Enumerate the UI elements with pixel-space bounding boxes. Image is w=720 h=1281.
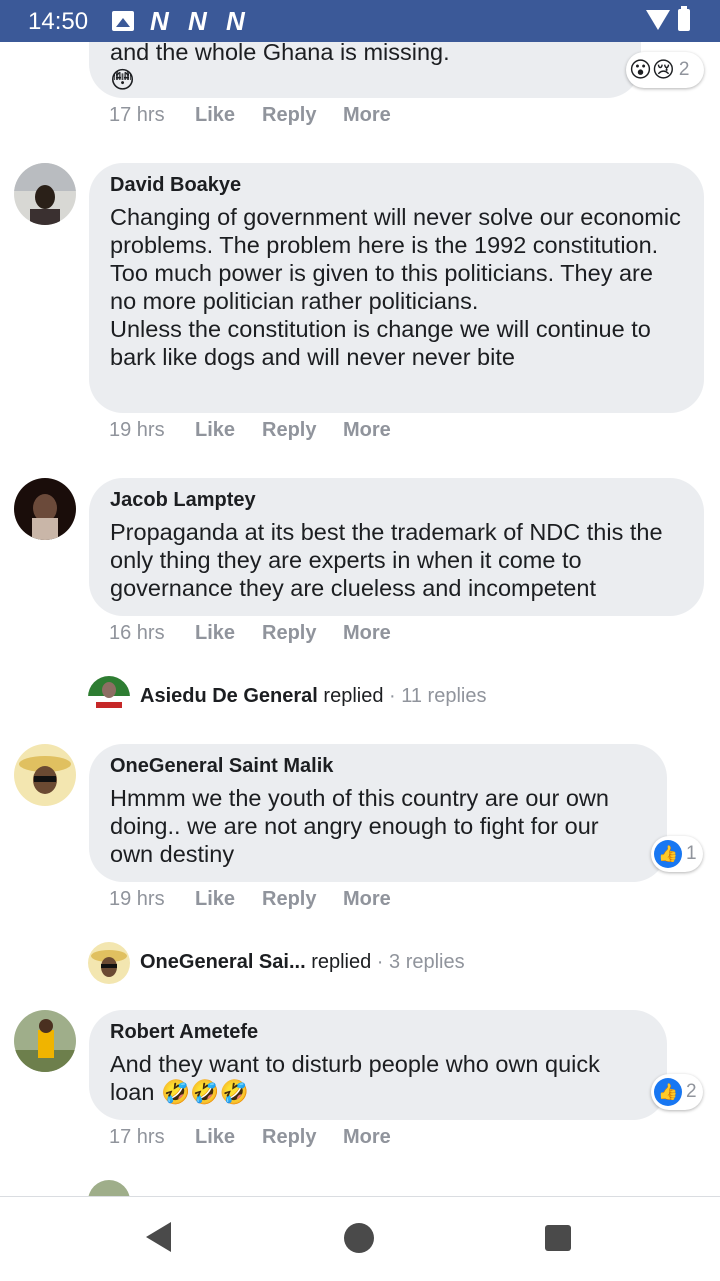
like-button[interactable]: Like (195, 622, 235, 645)
navigation-bar (0, 1196, 720, 1281)
status-bar: 14:50 N N N (0, 0, 720, 42)
like-button[interactable]: Like (195, 104, 235, 127)
wifi-icon (646, 10, 670, 30)
back-icon[interactable] (146, 1222, 171, 1252)
home-icon[interactable] (344, 1223, 374, 1253)
comment-text: Hmmm we the youth of this country are ou… (110, 785, 616, 867)
reply-button[interactable]: Reply (262, 622, 316, 645)
n-notification-icon: N (226, 6, 245, 36)
avatar[interactable] (88, 1180, 130, 1196)
image-notification-icon (112, 11, 134, 31)
more-button[interactable]: More (343, 888, 391, 911)
like-button[interactable]: Like (195, 888, 235, 911)
more-button[interactable]: More (343, 419, 391, 442)
reply-button[interactable]: Reply (262, 1126, 316, 1149)
comment-text: Changing of government will never solve … (110, 204, 681, 370)
replied-label: replied (311, 951, 372, 973)
wow-sad-reaction-icon: 😮😢 (629, 57, 675, 82)
comment-author[interactable]: David Boakye (110, 173, 684, 197)
comment-bubble[interactable]: and the whole Ghana is missing. 😳 (89, 42, 641, 98)
comment-author[interactable]: Robert Ametefe (110, 1020, 647, 1044)
avatar[interactable] (14, 478, 76, 540)
avatar[interactable] (88, 676, 130, 718)
reply-count: · 11 replies (389, 685, 487, 707)
comment-time: 16 hrs (109, 622, 165, 644)
more-button[interactable]: More (343, 104, 391, 127)
flushed-emoji: 😳 (110, 67, 136, 94)
avatar[interactable] (14, 163, 76, 225)
comment-bubble[interactable]: OneGeneral Saint Malik Hmmm we the youth… (89, 744, 667, 882)
status-time: 14:50 (28, 8, 89, 35)
comment-time: 19 hrs (109, 419, 165, 441)
comments-list[interactable]: and the whole Ghana is missing. 😳 😮😢 2 1… (0, 42, 720, 1196)
like-button[interactable]: Like (195, 1126, 235, 1149)
replied-label: replied (323, 685, 384, 707)
reply-author: Asiedu De General (140, 685, 318, 707)
avatar[interactable] (88, 942, 130, 984)
reaction-badge[interactable]: 😮😢 2 (626, 52, 704, 88)
recent-apps-icon[interactable] (545, 1225, 571, 1251)
reply-author: OneGeneral Sai... (140, 951, 306, 973)
comment-bubble[interactable]: David Boakye Changing of government will… (89, 163, 704, 413)
avatar[interactable] (14, 1010, 76, 1072)
comment-time: 19 hrs (109, 888, 165, 910)
avatar[interactable] (14, 744, 76, 806)
comment-text: Propaganda at its best the trademark of … (110, 519, 670, 601)
reply-button[interactable]: Reply (262, 104, 316, 127)
more-button[interactable]: More (343, 1126, 391, 1149)
reply-button[interactable]: Reply (262, 888, 316, 911)
reaction-badge[interactable]: 👍 1 (651, 836, 703, 872)
n-notification-icon: N (188, 6, 207, 36)
like-button[interactable]: Like (195, 419, 235, 442)
comment-bubble[interactable]: Robert Ametefe And they want to disturb … (89, 1010, 667, 1120)
reaction-count: 1 (686, 843, 697, 864)
view-replies-link[interactable]: OneGeneral Sai... replied · 3 replies (140, 951, 465, 974)
thumbs-up-icon: 👍 (654, 840, 682, 868)
n-notification-icon: N (150, 6, 169, 36)
comment-time: 17 hrs (109, 104, 165, 126)
reaction-count: 2 (686, 1081, 697, 1102)
reaction-badge[interactable]: 👍 2 (651, 1074, 703, 1110)
comment-text: And they want to disturb people who own … (110, 1051, 607, 1105)
comment-bubble[interactable]: Jacob Lamptey Propaganda at its best the… (89, 478, 704, 616)
comment-author[interactable]: Jacob Lamptey (110, 488, 684, 512)
thumbs-up-icon: 👍 (654, 1078, 682, 1106)
reply-button[interactable]: Reply (262, 419, 316, 442)
view-replies-link[interactable]: Asiedu De General replied · 11 replies (140, 685, 486, 708)
more-button[interactable]: More (343, 622, 391, 645)
comment-author[interactable]: OneGeneral Saint Malik (110, 754, 647, 778)
battery-icon (678, 6, 690, 31)
reply-count: · 3 replies (376, 951, 465, 973)
comment-time: 17 hrs (109, 1126, 165, 1148)
reaction-count: 2 (678, 59, 690, 80)
comment-text: and the whole Ghana is missing. (110, 42, 450, 65)
